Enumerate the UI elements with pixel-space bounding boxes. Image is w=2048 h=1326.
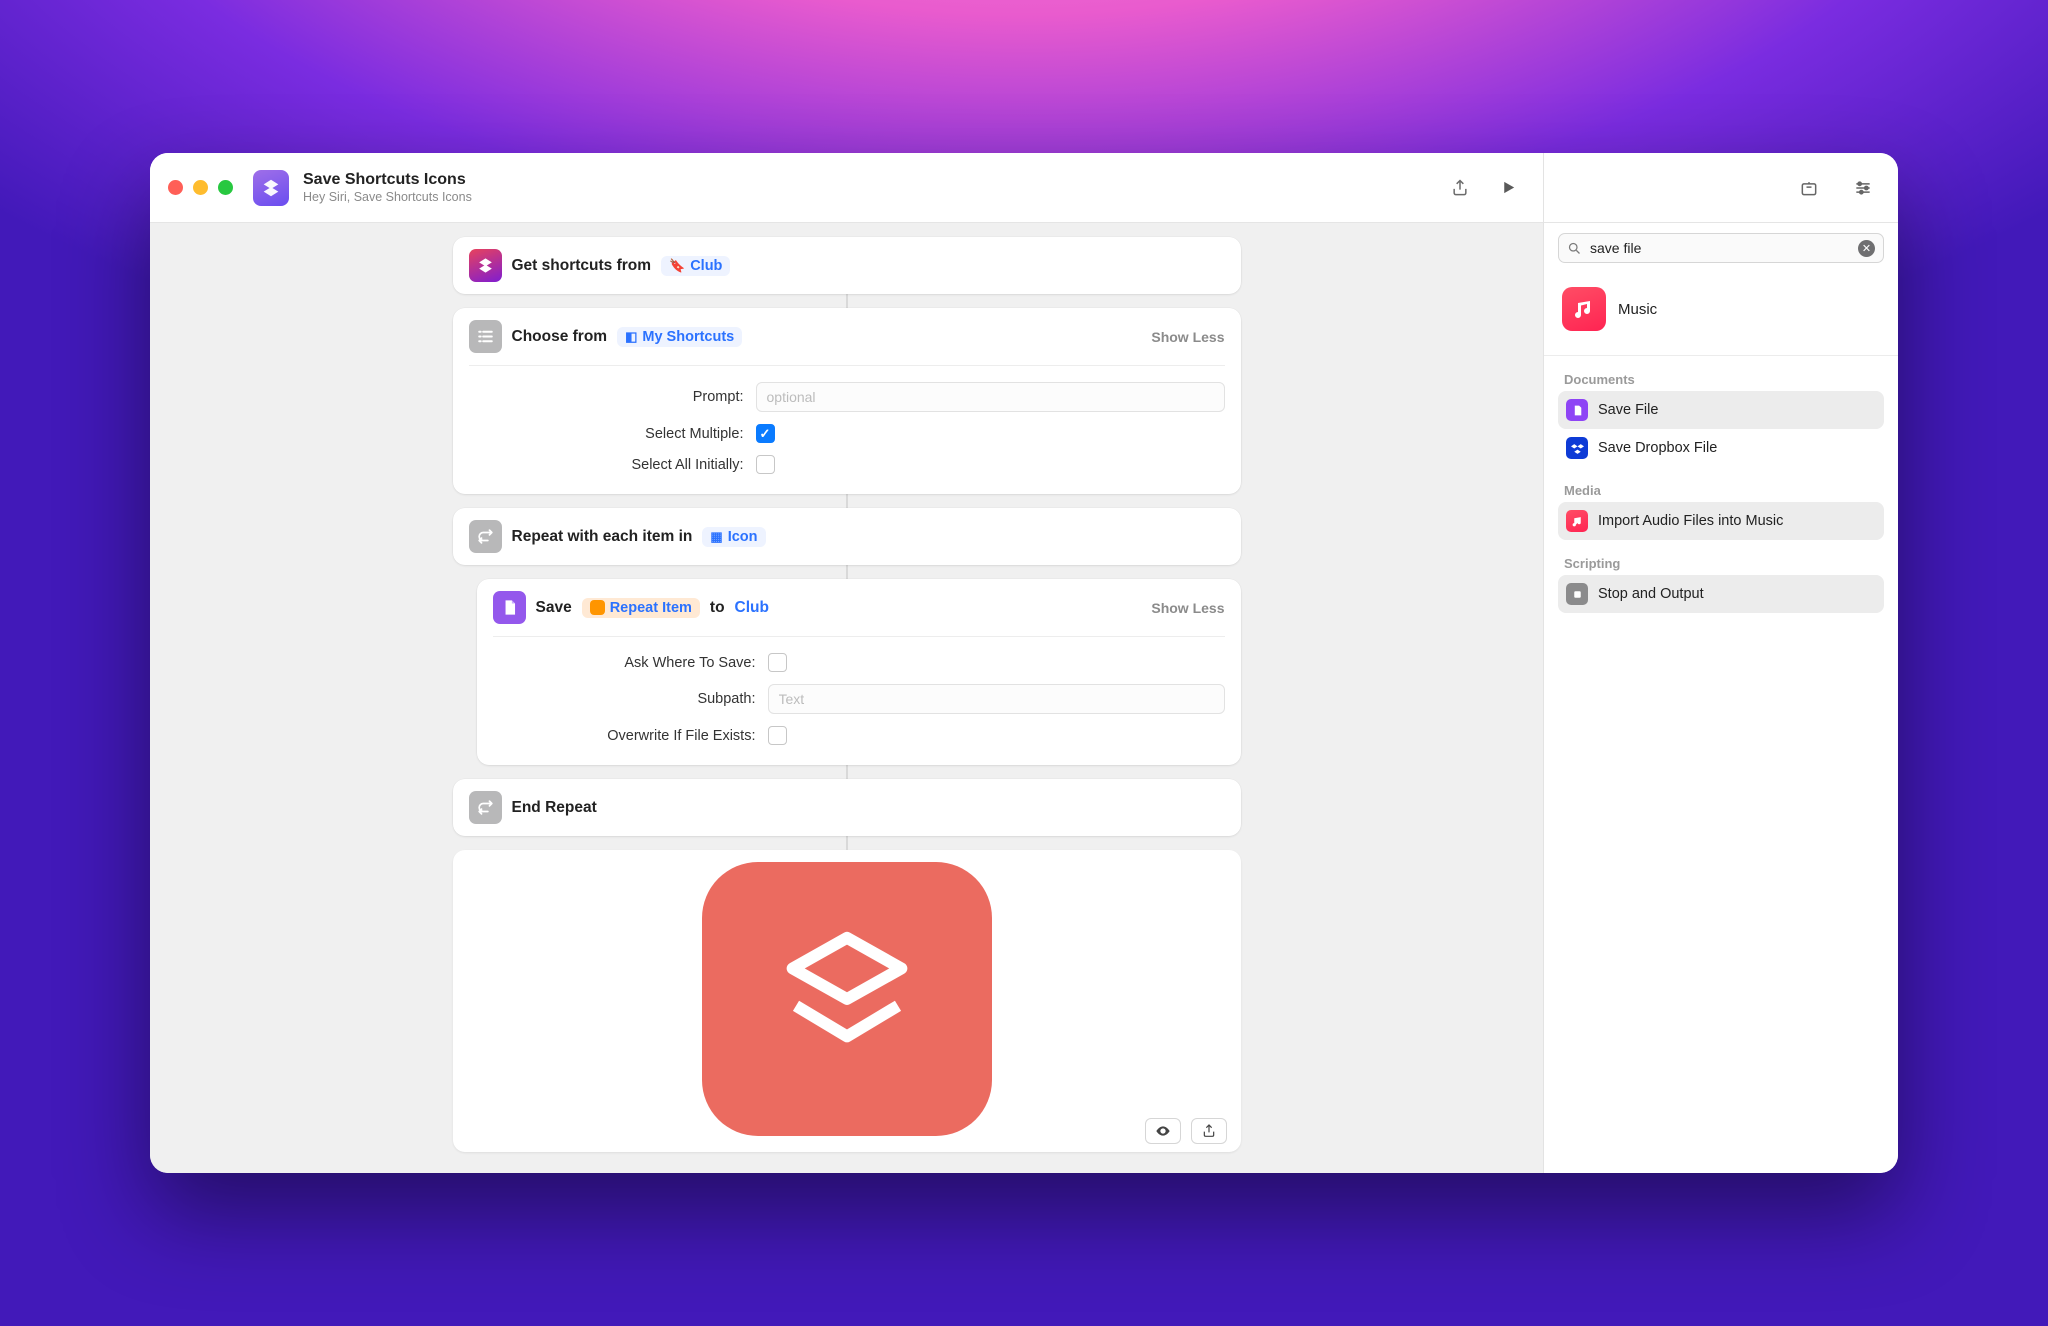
- show-less-toggle[interactable]: Show Less: [1151, 600, 1224, 616]
- action-item-stop-and-output[interactable]: Stop and Output: [1558, 575, 1884, 613]
- action-item-save-file[interactable]: Save File: [1558, 391, 1884, 429]
- section-scripting: Scripting Stop and Output: [1544, 540, 1898, 613]
- destination-token[interactable]: Club: [735, 599, 769, 617]
- connector: [846, 836, 848, 850]
- library-toggle-button[interactable]: [1792, 171, 1826, 205]
- zoom-window-button[interactable]: [218, 180, 233, 195]
- library-toolbar: [1544, 153, 1898, 223]
- music-app-icon: [1562, 287, 1606, 331]
- variable-repeat-item[interactable]: Repeat Item: [582, 598, 700, 618]
- action-choose-from-list[interactable]: Choose from ◧ My Shortcuts Show Less Pro…: [453, 308, 1241, 494]
- music-icon: [1566, 510, 1588, 532]
- titlebar: Save Shortcuts Icons Hey Siri, Save Shor…: [150, 153, 1543, 223]
- section-media: Media Import Audio Files into Music: [1544, 467, 1898, 540]
- bookmark-icon: 🔖: [669, 258, 685, 274]
- action-label: Choose from: [512, 328, 608, 346]
- action-item-import-audio[interactable]: Import Audio Files into Music: [1558, 502, 1884, 540]
- action-get-shortcuts[interactable]: Get shortcuts from 🔖 Club: [453, 237, 1241, 294]
- connector: [846, 565, 848, 579]
- repeat-icon: [469, 791, 502, 824]
- variable-my-shortcuts[interactable]: ◧ My Shortcuts: [617, 327, 742, 347]
- quicklook-button[interactable]: [1145, 1118, 1181, 1144]
- file-icon: [1566, 399, 1588, 421]
- stop-icon: [1566, 583, 1588, 605]
- share-button[interactable]: [1443, 171, 1477, 205]
- folder-token[interactable]: 🔖 Club: [661, 256, 730, 276]
- editor-pane: Save Shortcuts Icons Hey Siri, Save Shor…: [150, 153, 1543, 1173]
- subpath-input[interactable]: [768, 684, 1225, 714]
- action-repeat-with-each[interactable]: Repeat with each item in ▦ Icon: [453, 508, 1241, 565]
- clear-search-button[interactable]: ✕: [1858, 240, 1875, 257]
- list-icon: [469, 320, 502, 353]
- overwrite-checkbox[interactable]: [768, 726, 787, 745]
- action-item-save-dropbox-file[interactable]: Save Dropbox File: [1558, 429, 1884, 467]
- title-group: Save Shortcuts Icons Hey Siri, Save Shor…: [303, 170, 472, 204]
- shortcuts-app-icon: [469, 249, 502, 282]
- action-label: Repeat with each item in: [512, 528, 693, 546]
- search-icon: [1567, 241, 1582, 256]
- connector: [846, 494, 848, 508]
- field-select-multiple: Select Multiple:: [469, 418, 1225, 449]
- connector: [846, 765, 848, 779]
- shortcuts-editor-window: Save Shortcuts Icons Hey Siri, Save Shor…: [150, 153, 1898, 1173]
- section-documents: Documents Save File Save Dropbox File: [1544, 356, 1898, 467]
- field-subpath: Subpath:: [493, 678, 1225, 720]
- select-all-initially-checkbox[interactable]: [756, 455, 775, 474]
- field-prompt: Prompt:: [469, 376, 1225, 418]
- window-controls: [168, 180, 233, 195]
- result-preview-image: [702, 862, 992, 1136]
- settings-button[interactable]: [1846, 171, 1880, 205]
- file-icon: [493, 591, 526, 624]
- actions-canvas[interactable]: Get shortcuts from 🔖 Club Choose from: [150, 223, 1543, 1173]
- minimize-window-button[interactable]: [193, 180, 208, 195]
- variable-glyph-icon: ▦: [710, 529, 722, 545]
- dropbox-icon: [1566, 437, 1588, 459]
- show-less-toggle[interactable]: Show Less: [1151, 329, 1224, 345]
- shortcuts-glyph-icon: ◧: [625, 329, 637, 345]
- variable-icon[interactable]: ▦ Icon: [702, 527, 765, 547]
- to-label: to: [710, 599, 725, 617]
- repeat-icon: [469, 520, 502, 553]
- select-multiple-checkbox[interactable]: [756, 424, 775, 443]
- action-label: Save: [536, 599, 572, 617]
- shortcut-title: Save Shortcuts Icons: [303, 170, 472, 189]
- field-select-all-initially: Select All Initially:: [469, 449, 1225, 480]
- run-button[interactable]: [1491, 171, 1525, 205]
- result-preview-card: [453, 850, 1241, 1152]
- close-window-button[interactable]: [168, 180, 183, 195]
- app-music[interactable]: Music: [1562, 287, 1657, 331]
- action-label: Get shortcuts from: [512, 257, 652, 275]
- shortcut-icon: [253, 170, 289, 206]
- apps-row: Music: [1544, 273, 1898, 356]
- prompt-input[interactable]: [756, 382, 1225, 412]
- action-save-file[interactable]: Save Repeat Item to Club Show Less Ask W…: [477, 579, 1241, 765]
- share-result-button[interactable]: [1191, 1118, 1227, 1144]
- action-label: End Repeat: [512, 799, 597, 817]
- action-end-repeat[interactable]: End Repeat: [453, 779, 1241, 836]
- search-field[interactable]: ✕: [1558, 233, 1884, 263]
- repeat-item-glyph-icon: [590, 600, 605, 615]
- field-overwrite: Overwrite If File Exists:: [493, 720, 1225, 751]
- search-input[interactable]: [1590, 240, 1850, 256]
- library-pane: ✕ Music Documents Save File Save Dropbox…: [1543, 153, 1898, 1173]
- shortcut-subtitle: Hey Siri, Save Shortcuts Icons: [303, 190, 472, 205]
- connector: [846, 294, 848, 308]
- ask-where-to-save-checkbox[interactable]: [768, 653, 787, 672]
- field-ask-where-to-save: Ask Where To Save:: [493, 647, 1225, 678]
